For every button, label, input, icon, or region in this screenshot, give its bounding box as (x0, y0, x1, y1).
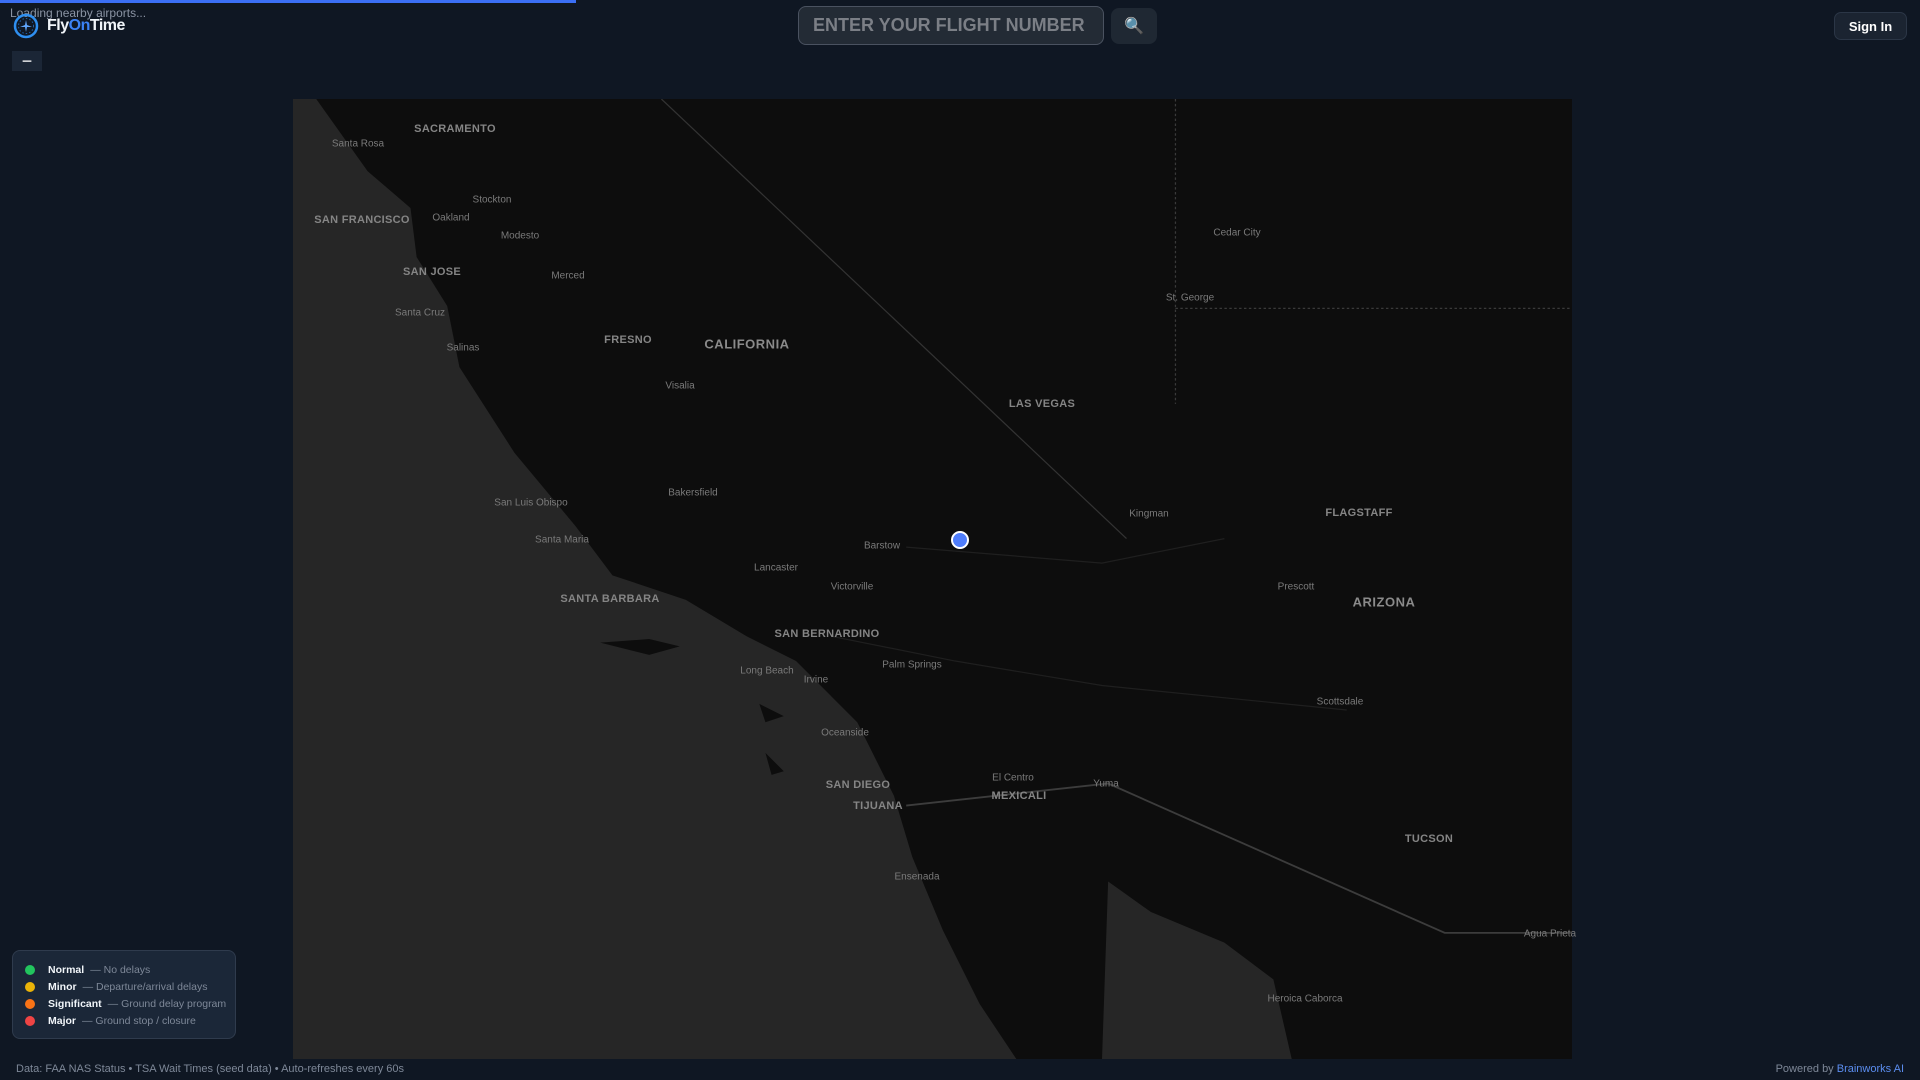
map-label: FRESNO (604, 334, 652, 346)
sign-in-button[interactable]: Sign In (1834, 12, 1907, 40)
map-label: Santa Maria (535, 534, 589, 546)
legend-item-significant: Significant — Ground delay program (25, 995, 235, 1012)
map-label: Prescott (1277, 581, 1315, 593)
map-label: Santa Rosa (331, 138, 385, 150)
data-sources-note: Data: FAA NAS Status • TSA Wait Times (s… (16, 1063, 404, 1075)
clock-plane-icon (13, 13, 39, 39)
loading-progress-bar (0, 0, 576, 3)
map-label: San Luis Obispo (494, 497, 568, 509)
map-label: LAS VEGAS (1008, 398, 1076, 410)
map-label: SAN FRANCISCO (314, 214, 410, 226)
flight-number-input[interactable] (798, 6, 1104, 45)
brainworks-link[interactable]: Brainworks AI (1837, 1063, 1904, 1075)
map-label: SAN BERNARDINO (774, 628, 880, 640)
map-label: Modesto (500, 230, 540, 242)
status-dot-icon (25, 998, 35, 1009)
map-label: ARIZONA (1352, 594, 1416, 610)
search-button[interactable]: 🔍 (1111, 8, 1157, 44)
zoom-out-button[interactable]: − (12, 51, 42, 71)
map-label: Santa Cruz (394, 307, 446, 319)
map-label: CALIFORNIA (704, 336, 790, 352)
map-label: Salinas (446, 342, 480, 354)
logo[interactable]: FlyOnTime (13, 13, 125, 39)
map[interactable] (293, 99, 1572, 1059)
map-label: FLAGSTAFF (1325, 507, 1393, 519)
map-label: SANTA BARBARA (560, 593, 660, 605)
map-label: Visalia (665, 380, 695, 392)
map-label: Scottsdale (1316, 696, 1364, 708)
current-location-marker[interactable] (951, 531, 969, 549)
map-label: Heroica Caborca (1267, 993, 1343, 1005)
status-dot-icon (25, 1015, 35, 1026)
map-label: Cedar City (1213, 227, 1261, 239)
map-label: Ensenada (894, 871, 940, 883)
delay-legend: Normal — No delays Minor — Departure/arr… (12, 950, 236, 1039)
map-label: Stockton (472, 194, 512, 206)
map-base (316, 99, 1572, 1059)
powered-by: Powered by Brainworks AI (1775, 1063, 1904, 1075)
map-label: El Centro (992, 772, 1034, 784)
map-label: MEXICALI (991, 790, 1047, 802)
map-label: SAN DIEGO (825, 779, 891, 791)
map-label: Merced (551, 270, 585, 282)
legend-item-minor: Minor — Departure/arrival delays (25, 978, 235, 995)
map-label: Oakland (432, 212, 470, 224)
map-label: Oceanside (821, 727, 869, 739)
map-label: St. George (1165, 292, 1215, 304)
map-label: TIJUANA (853, 800, 903, 812)
legend-item-normal: Normal — No delays (25, 961, 235, 978)
map-label: Bakersfield (668, 487, 718, 499)
map-label: Agua Prieta (1523, 928, 1577, 940)
status-dot-icon (25, 981, 35, 992)
map-label: SACRAMENTO (414, 123, 496, 135)
map-label: TUCSON (1404, 833, 1454, 845)
map-label: Barstow (863, 540, 901, 552)
map-label: Yuma (1093, 778, 1119, 790)
map-label: Lancaster (754, 562, 798, 574)
map-label: Kingman (1129, 508, 1169, 520)
map-label: Palm Springs (882, 659, 942, 671)
search-icon: 🔍 (1124, 18, 1144, 35)
map-label: Irvine (803, 674, 829, 686)
map-label: Victorville (830, 581, 874, 593)
legend-item-major: Major — Ground stop / closure (25, 1012, 235, 1029)
map-label: SAN JOSE (402, 266, 462, 278)
status-dot-icon (25, 964, 35, 975)
brand-name: FlyOnTime (47, 17, 125, 34)
map-label: Long Beach (740, 665, 794, 677)
